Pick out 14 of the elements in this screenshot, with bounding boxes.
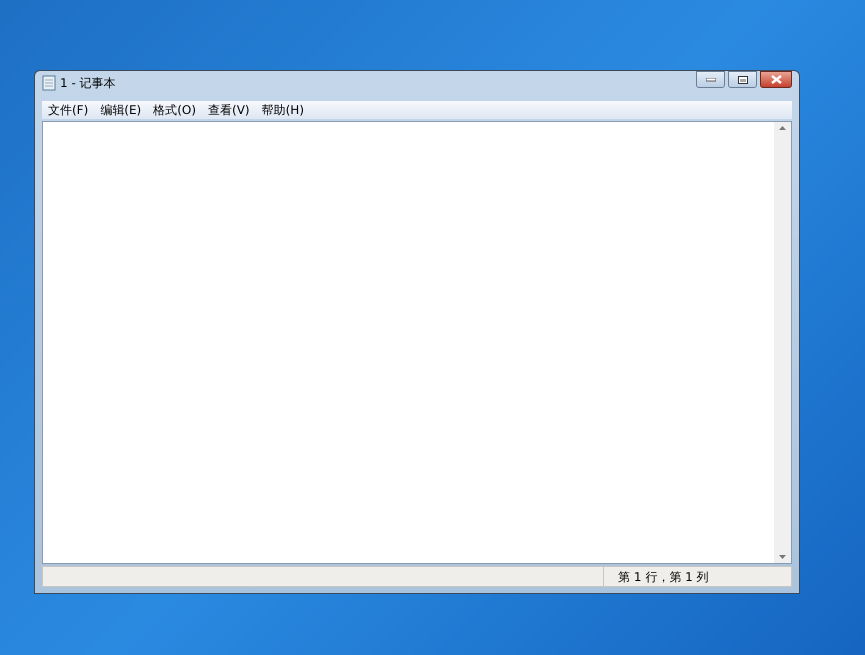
window-title: 1 - 记事本 [60,75,116,92]
close-button[interactable] [760,71,792,88]
cursor-position: 第 1 行，第 1 列 [618,568,709,586]
maximize-icon [738,76,748,84]
minimize-button[interactable] [696,71,725,88]
notepad-icon [42,75,56,91]
menu-item[interactable]: 格式(O) [153,101,196,119]
close-icon [770,75,782,84]
menu-item[interactable]: 编辑(E) [100,101,142,119]
maximize-button[interactable] [728,71,757,88]
menu-item[interactable]: 查看(V) [208,101,250,119]
menu-item[interactable]: 文件(F) [48,101,88,119]
minimize-icon [706,78,716,82]
menu-item[interactable]: 帮助(H) [262,101,304,119]
